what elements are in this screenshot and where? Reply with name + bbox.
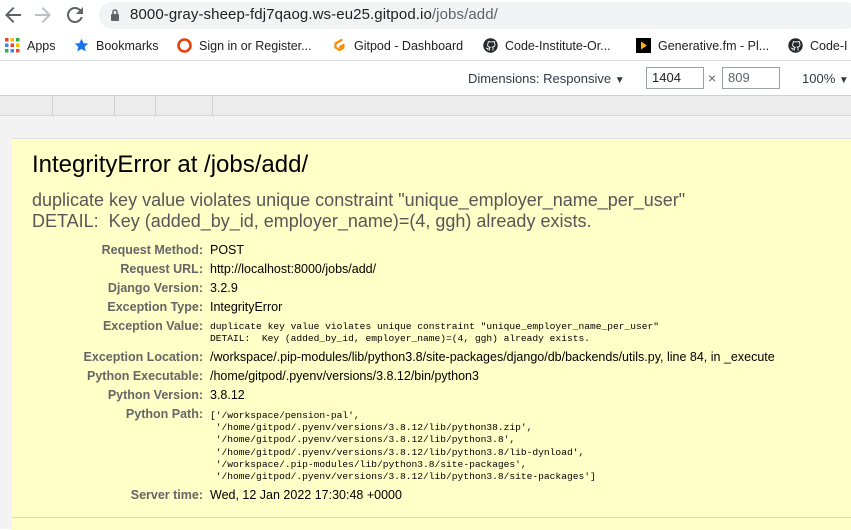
meta-row: Python Version: 3.8.12	[32, 388, 775, 407]
meta-value: /home/gitpod/.pyenv/versions/3.8.12/bin/…	[210, 369, 479, 383]
device-toolbar: Dimensions: Responsive ▼ × 100% ▼	[0, 61, 851, 96]
meta-value: 3.2.9	[210, 281, 238, 295]
exception-value: duplicate key value violates unique cons…	[210, 321, 660, 345]
zoom-label: 100%	[802, 71, 836, 86]
bookmark-bookmarks[interactable]: Bookmarks	[74, 37, 159, 55]
url-host: 8000-gray-sheep-fdj7qaog.ws-eu25.gitpod.…	[130, 6, 432, 23]
meta-row: Python Path: ['/workspace/pension-pal', '…	[32, 407, 775, 488]
meta-row: Server time: Wed, 12 Jan 2022 17:30:48 +0…	[32, 488, 775, 507]
caret-down-icon: ▼	[838, 75, 849, 86]
meta-value: /workspace/.pip-modules/lib/python3.8/si…	[210, 350, 775, 364]
times-icon: ×	[708, 70, 717, 86]
meta-label: Server time:	[130, 488, 203, 502]
meta-label: Request URL:	[120, 262, 203, 276]
github-icon	[788, 38, 803, 53]
meta-label: Python Version:	[107, 388, 203, 402]
error-title: IntegrityError at /jobs/add/	[32, 151, 309, 178]
width-input[interactable]	[646, 67, 704, 89]
meta-row: Exception Type: IntegrityError	[32, 300, 775, 319]
url-text[interactable]: 8000-gray-sheep-fdj7qaog.ws-eu25.gitpod.…	[130, 6, 498, 23]
meta-row: Exception Value: duplicate key value viol…	[32, 319, 775, 350]
meta-label: Exception Type:	[107, 300, 203, 314]
bookmark-code-institute[interactable]: Code-Institute-Or...	[483, 37, 611, 55]
meta-label: Django Version:	[107, 281, 203, 295]
gitpod-icon	[334, 38, 345, 52]
lock-icon	[111, 9, 119, 21]
meta-row: Exception Location: /workspace/.pip-modul…	[32, 350, 775, 369]
meta-value: POST	[210, 243, 245, 257]
bookmark-gitpod[interactable]: Gitpod - Dashboard	[332, 37, 463, 55]
error-summary: IntegrityError at /jobs/add/ duplicate k…	[12, 138, 851, 530]
media-query-ruler	[0, 96, 851, 116]
zoom-dropdown[interactable]: 100% ▼	[802, 71, 849, 86]
python-path-value: ['/workspace/pension-pal', '/home/gitpod…	[210, 410, 596, 483]
exception-message: duplicate key value violates unique cons…	[32, 190, 686, 231]
forward-arrow-icon[interactable]	[31, 3, 55, 27]
bookmark-sign-in[interactable]: Sign in or Register...	[177, 37, 312, 55]
meta-value: http://localhost:8000/jobs/add/	[210, 262, 377, 276]
meta-label: Exception Location:	[83, 350, 203, 364]
bookmark-label: Gitpod - Dashboard	[354, 39, 464, 53]
apps-grid-icon	[5, 38, 20, 53]
browser-toolbar: 8000-gray-sheep-fdj7qaog.ws-eu25.gitpod.…	[0, 0, 851, 31]
reload-icon[interactable]	[63, 3, 87, 27]
bookmark-label: Generative.fm - Pl...	[658, 39, 770, 53]
bookmark-label: Sign in or Register...	[199, 39, 312, 53]
viewport-margin-left	[0, 138, 12, 529]
dimensions-dropdown[interactable]: Dimensions: Responsive ▼	[468, 71, 625, 86]
bookmark-apps[interactable]: Apps	[5, 37, 56, 55]
bookmark-code-institute-2[interactable]: Code-I	[788, 37, 848, 55]
bookmark-label: Apps	[27, 39, 56, 53]
meta-label: Exception Value:	[102, 319, 203, 333]
bookmarks-bar: Apps Bookmarks Sign in or Register... Gi…	[0, 31, 851, 61]
circle-logo-icon	[177, 38, 192, 53]
meta-row: Django Version: 3.2.9	[32, 281, 775, 300]
caret-down-icon: ▼	[614, 75, 625, 86]
meta-value: 3.8.12	[210, 388, 245, 402]
summary-bottom-border	[12, 517, 851, 518]
github-icon	[483, 38, 498, 53]
request-meta-table: Request Method: POST Request URL: http://l…	[32, 243, 775, 507]
meta-label: Python Path:	[125, 407, 203, 421]
bookmark-label: Code-Institute-Or...	[505, 39, 611, 53]
dimensions-label: Dimensions: Responsive	[468, 71, 612, 86]
meta-value: Wed, 12 Jan 2022 17:30:48 +0000	[210, 488, 402, 502]
meta-label: Request Method:	[101, 243, 203, 257]
meta-row: Request URL: http://localhost:8000/jobs/a…	[32, 262, 775, 281]
meta-row: Request Method: POST	[32, 243, 775, 262]
back-arrow-icon[interactable]	[1, 3, 25, 27]
play-icon	[636, 38, 651, 53]
viewport-margin	[0, 116, 851, 138]
url-path: /jobs/add/	[431, 6, 498, 23]
star-icon	[74, 38, 89, 52]
meta-label: Python Executable:	[87, 369, 203, 383]
bookmark-label: Code-I	[810, 39, 848, 53]
height-input[interactable]	[722, 67, 780, 89]
bookmark-label: Bookmarks	[96, 39, 159, 53]
bookmark-generative-fm[interactable]: Generative.fm - Pl...	[636, 37, 769, 55]
meta-row: Python Executable: /home/gitpod/.pyenv/ve…	[32, 369, 775, 388]
meta-value: IntegrityError	[210, 300, 283, 314]
